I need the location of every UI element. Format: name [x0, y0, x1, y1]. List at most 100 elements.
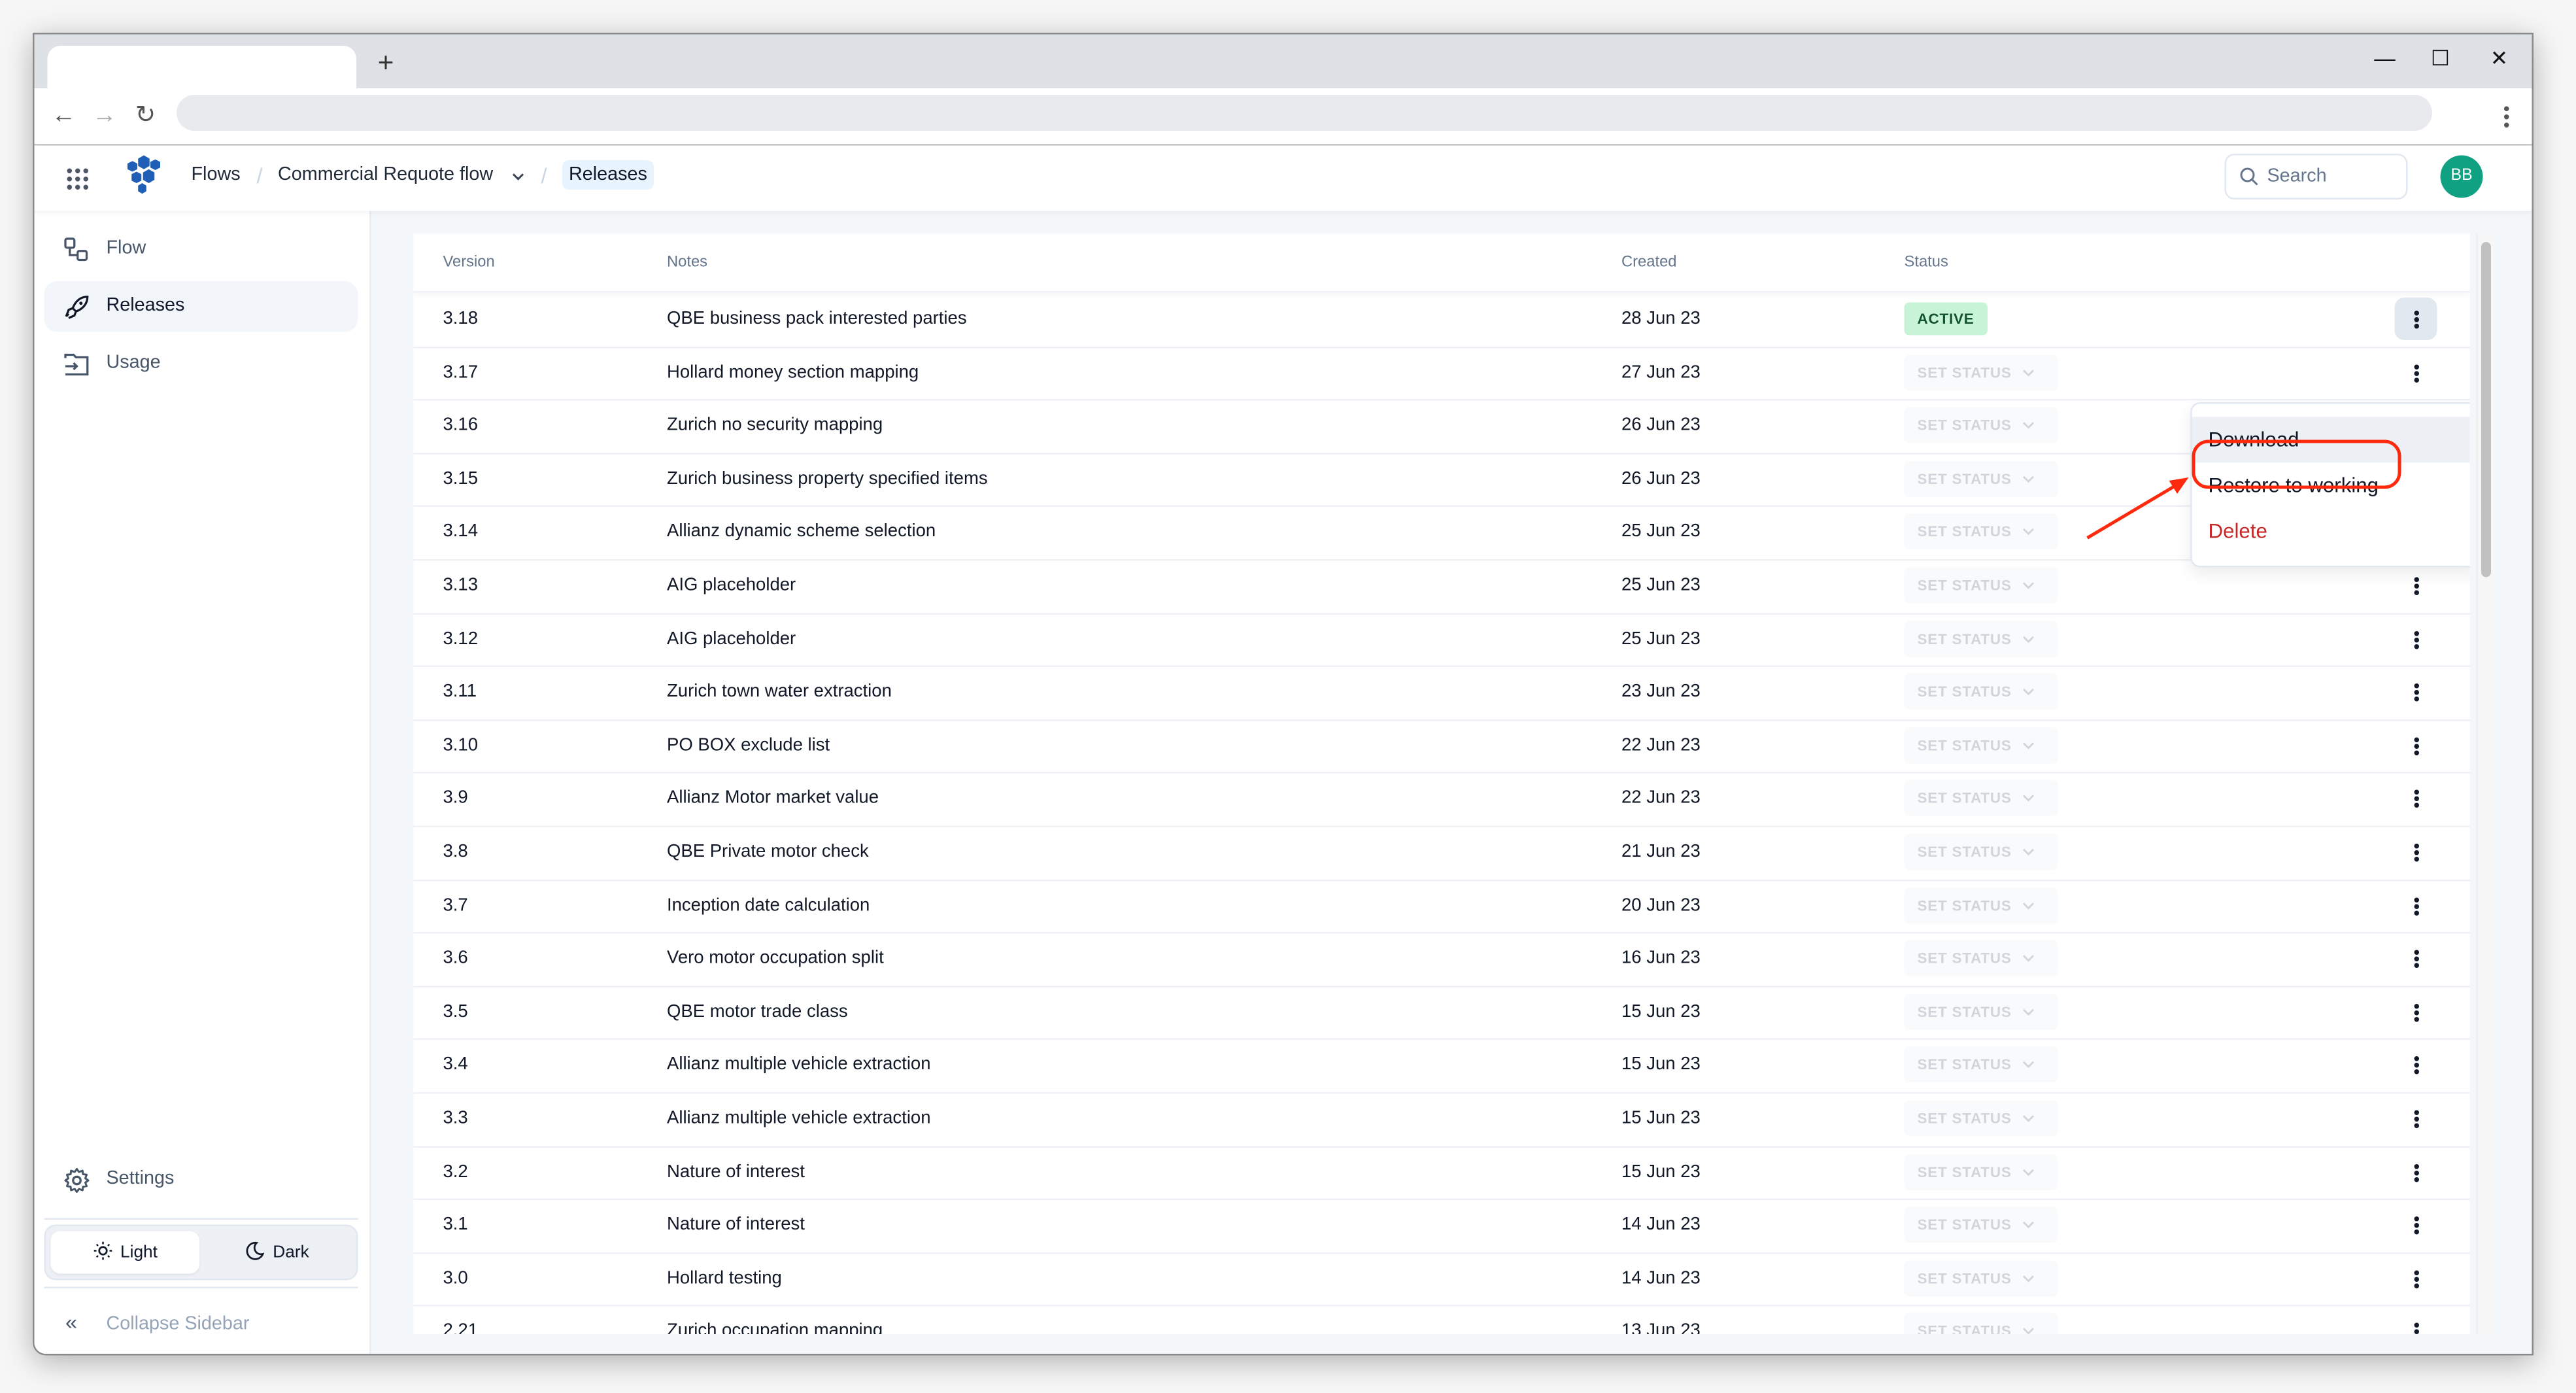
forward-button[interactable]: →	[88, 100, 121, 133]
row-more-button[interactable]	[2395, 1097, 2437, 1140]
set-status-dropdown[interactable]: SET STATUS	[1904, 834, 2058, 870]
search-input[interactable]: Search	[2224, 154, 2408, 199]
menu-item-delete[interactable]: Delete	[2192, 509, 2470, 555]
apps-grid-icon[interactable]	[67, 168, 88, 190]
table-row[interactable]: 3.15 Zurich business property specified i…	[413, 453, 2470, 507]
reload-button[interactable]: ↻	[129, 100, 162, 133]
breadcrumb-flows[interactable]: Flows	[192, 146, 241, 211]
set-status-dropdown[interactable]: SET STATUS	[1904, 567, 2058, 604]
set-status-dropdown[interactable]: SET STATUS	[1904, 780, 2058, 817]
table-row[interactable]: 3.12 AIG placeholder 25 Jun 23 SET STATUS	[413, 612, 2470, 668]
table-row[interactable]: 3.6 Vero motor occupation split 16 Jun 23 S…	[413, 932, 2470, 988]
folder-input-icon	[64, 353, 89, 376]
table-row[interactable]: 3.11 Zurich town water extraction 23 Jun 2…	[413, 666, 2470, 721]
set-status-dropdown[interactable]: SET STATUS	[1904, 887, 2058, 923]
table-row[interactable]: 2.21 Zurich occupation mapping 13 Jun 23 SE…	[414, 1305, 2470, 1334]
set-status-dropdown[interactable]: SET STATUS	[1904, 354, 2058, 390]
user-avatar[interactable]: BB	[2440, 155, 2483, 198]
column-header-notes[interactable]: Notes	[667, 234, 707, 292]
row-more-button[interactable]	[2395, 1150, 2437, 1193]
table-row[interactable]: 3.3 Allianz multiple vehicle extraction 15…	[413, 1092, 2470, 1147]
column-header-version[interactable]: Version	[443, 234, 495, 292]
row-more-button[interactable]	[2395, 831, 2437, 873]
browser-menu-button[interactable]	[2496, 100, 2516, 133]
theme-dark-label: Dark	[273, 1243, 309, 1262]
created-cell: 14 Jun 23	[1621, 1214, 1701, 1235]
set-status-dropdown[interactable]: SET STATUS	[1904, 1153, 2058, 1190]
set-status-dropdown[interactable]: SET STATUS	[1904, 513, 2058, 550]
set-status-dropdown[interactable]: SET STATUS	[1904, 1313, 2058, 1334]
set-status-dropdown[interactable]: SET STATUS	[1904, 620, 2058, 657]
column-header-status[interactable]: Status	[1905, 234, 1948, 292]
kebab-dot	[2413, 324, 2418, 329]
table-row[interactable]: 3.5 QBE motor trade class 15 Jun 23 SET STA…	[413, 986, 2470, 1040]
row-more-button[interactable]	[2395, 617, 2437, 660]
notes-cell: QBE business pack interested parties	[667, 309, 967, 329]
table-row[interactable]: 3.7 Inception date calculation 20 Jun 23 SE…	[413, 879, 2470, 934]
sidebar-item-flow[interactable]: Flow	[44, 224, 358, 275]
browser-tab[interactable]	[47, 46, 356, 88]
row-more-button[interactable]	[2395, 1310, 2437, 1334]
table-row[interactable]: 3.1 Nature of interest 14 Jun 23 SET STATUS	[413, 1199, 2470, 1254]
set-status-dropdown[interactable]: SET STATUS	[1904, 993, 2058, 1030]
set-status-label: SET STATUS	[1917, 897, 2012, 914]
row-more-button[interactable]	[2395, 990, 2437, 1033]
row-more-button[interactable]	[2395, 884, 2437, 926]
minimize-button[interactable]: —	[2369, 43, 2401, 75]
row-more-button[interactable]	[2395, 564, 2437, 607]
table-row[interactable]: 3.16 Zurich no security mapping 26 Jun 23 S…	[413, 399, 2470, 455]
scrollbar[interactable]	[2476, 233, 2494, 1334]
set-status-dropdown[interactable]: SET STATUS	[1904, 1207, 2058, 1243]
set-status-dropdown[interactable]: SET STATUS	[1904, 1260, 2058, 1296]
row-more-button[interactable]	[2395, 670, 2437, 713]
chevron-down-icon[interactable]	[512, 172, 525, 182]
theme-dark-button[interactable]: Dark	[203, 1231, 352, 1274]
menu-item-download[interactable]: Download	[2192, 417, 2470, 463]
table-row[interactable]: 3.2 Nature of interest 15 Jun 23 SET STATUS	[413, 1145, 2470, 1201]
row-more-button[interactable]	[2395, 351, 2437, 393]
set-status-dropdown[interactable]: SET STATUS	[1904, 460, 2058, 497]
created-cell: 20 Jun 23	[1621, 895, 1701, 915]
table-row[interactable]: 3.14 Allianz dynamic scheme selection 25 J…	[413, 506, 2470, 561]
set-status-label: SET STATUS	[1917, 1323, 2012, 1334]
row-more-button[interactable]	[2394, 298, 2437, 340]
set-status-dropdown[interactable]: SET STATUS	[1904, 940, 2058, 976]
close-window-button[interactable]: ✕	[2483, 43, 2516, 75]
set-status-dropdown[interactable]: SET STATUS	[1904, 727, 2058, 763]
set-status-dropdown[interactable]: SET STATUS	[1904, 674, 2058, 710]
row-more-button[interactable]	[2395, 1257, 2437, 1299]
row-more-button[interactable]	[2395, 937, 2437, 980]
set-status-dropdown[interactable]: SET STATUS	[1904, 1046, 2058, 1083]
row-more-button[interactable]	[2395, 1044, 2437, 1086]
back-button[interactable]: ←	[48, 100, 80, 133]
brand-logo-icon[interactable]	[121, 155, 163, 198]
table-row[interactable]: 3.9 Allianz Motor market value 22 Jun 23 SE…	[413, 772, 2470, 827]
new-tab-button[interactable]: +	[371, 48, 401, 78]
table-row[interactable]: 3.4 Allianz multiple vehicle extraction 15…	[413, 1039, 2470, 1094]
address-bar[interactable]	[177, 95, 2432, 131]
maximize-button[interactable]: ☐	[2424, 43, 2457, 75]
collapse-sidebar-button[interactable]: « Collapse Sidebar	[44, 1303, 358, 1346]
table-row[interactable]: 3.17 Hollard money section mapping 27 Jun …	[413, 346, 2470, 401]
row-more-button[interactable]	[2395, 777, 2437, 819]
theme-light-button[interactable]: Light	[50, 1231, 199, 1274]
sidebar-item-settings[interactable]: Settings	[44, 1154, 358, 1205]
table-row[interactable]: 3.10 PO BOX exclude list 22 Jun 23 SET STAT…	[413, 719, 2470, 774]
breadcrumb-current[interactable]: Releases	[562, 146, 654, 211]
row-more-button[interactable]	[2395, 724, 2437, 766]
column-header-created[interactable]: Created	[1621, 234, 1677, 292]
menu-item-restore-to-working[interactable]: Restore to working	[2192, 463, 2470, 509]
version-cell: 3.18	[443, 309, 479, 329]
row-more-button[interactable]	[2395, 1203, 2437, 1246]
scrollbar-thumb[interactable]	[2481, 242, 2491, 577]
breadcrumb-flow-name[interactable]: Commercial Requote flow	[278, 146, 493, 211]
set-status-label: SET STATUS	[1917, 1216, 2012, 1233]
table-row[interactable]: 3.13 AIG placeholder 25 Jun 23 SET STATUS	[413, 559, 2470, 614]
set-status-dropdown[interactable]: SET STATUS	[1904, 1100, 2058, 1137]
sidebar-item-releases[interactable]: Releases	[44, 281, 358, 332]
sidebar-item-usage[interactable]: Usage	[44, 339, 358, 390]
table-row[interactable]: 3.18 QBE business pack interested parties…	[413, 293, 2470, 348]
set-status-dropdown[interactable]: SET STATUS	[1904, 407, 2058, 443]
table-row[interactable]: 3.8 QBE Private motor check 21 Jun 23 SET S…	[413, 826, 2470, 881]
table-row[interactable]: 3.0 Hollard testing 14 Jun 23 SET STATUS	[413, 1252, 2470, 1307]
